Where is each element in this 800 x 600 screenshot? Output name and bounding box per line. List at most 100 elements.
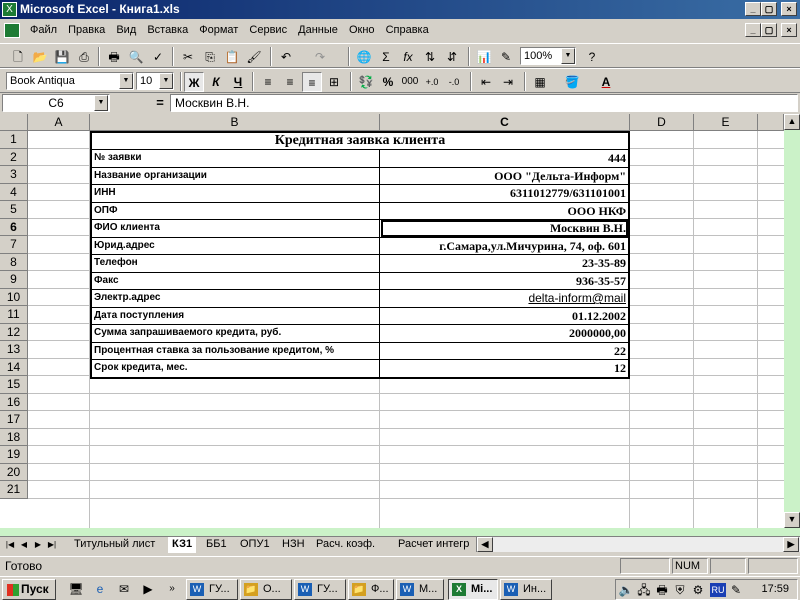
row-header[interactable]: 20	[0, 463, 28, 481]
vertical-scrollbar[interactable]: ▲ ▼	[784, 114, 800, 528]
align-right-icon[interactable]: ≡	[302, 72, 322, 92]
tab-title-sheet[interactable]: Титульный лист	[70, 537, 159, 553]
first-sheet-icon[interactable]: |◀	[4, 538, 16, 552]
menu-help[interactable]: Справка	[382, 20, 433, 41]
row-header[interactable]: 17	[0, 411, 28, 429]
network-icon[interactable]: 🖧	[636, 582, 652, 598]
hyperlink-icon[interactable]: 🌐	[354, 47, 374, 67]
antivirus-icon[interactable]: ⛨	[672, 582, 688, 598]
sort-ascending-icon[interactable]: ⇅	[420, 47, 440, 67]
equals-icon[interactable]: =	[150, 93, 170, 113]
field-label[interactable]: Срок кредита, мес.	[92, 360, 380, 377]
select-all-corner[interactable]	[0, 114, 28, 131]
drawing-icon[interactable]: ✎	[496, 47, 516, 67]
print-icon[interactable]: 🖶	[104, 47, 124, 67]
field-label[interactable]: Телефон	[92, 255, 380, 272]
bold-button[interactable]: Ж	[184, 72, 204, 92]
field-label[interactable]: Юрид.адрес	[92, 237, 380, 254]
row-header[interactable]: 11	[0, 306, 28, 324]
decrease-indent-icon[interactable]: ⇤	[476, 72, 496, 92]
excel-app-icon[interactable]: X	[2, 2, 17, 17]
undo-icon[interactable]: ↶	[276, 47, 296, 67]
field-value[interactable]: 23-35-89	[381, 255, 628, 272]
field-value[interactable]: 01.12.2002	[381, 308, 628, 325]
column-header-d[interactable]: D	[630, 114, 694, 131]
field-value[interactable]: delta-inform@mail	[381, 290, 628, 307]
task-m[interactable]: W М...	[396, 579, 444, 600]
font-size-select[interactable]: 10 ▼	[136, 72, 174, 90]
save-icon[interactable]: 💾	[52, 47, 72, 67]
redo-icon[interactable]: ↷	[310, 47, 330, 67]
field-label[interactable]: Факс	[92, 272, 380, 289]
clock[interactable]: 17:59	[761, 583, 789, 595]
menu-tools[interactable]: Сервис	[245, 20, 291, 41]
row-header[interactable]: 13	[0, 341, 28, 359]
fill-color-icon[interactable]: 🪣	[562, 72, 582, 92]
underline-button[interactable]: Ч	[228, 72, 248, 92]
print-preview-icon[interactable]: 🔍	[126, 47, 146, 67]
last-sheet-icon[interactable]: ▶|	[46, 538, 58, 552]
menu-data[interactable]: Данные	[294, 20, 342, 41]
horizontal-scrollbar[interactable]: ◀ ▶	[476, 537, 800, 552]
field-value[interactable]: 22	[381, 343, 628, 360]
function-icon[interactable]: fx	[398, 47, 418, 67]
font-select[interactable]: Book Antiqua ▼	[6, 72, 134, 90]
help-icon[interactable]: ?	[582, 47, 602, 67]
row-header[interactable]: 5	[0, 201, 28, 219]
comma-style-button[interactable]: 000	[400, 72, 420, 92]
row-header[interactable]: 3	[0, 166, 28, 184]
task-gu-2[interactable]: W ГУ...	[294, 579, 346, 600]
tray-app-icon[interactable]: ⚙	[690, 582, 706, 598]
field-label[interactable]: Электр.адрес	[92, 290, 380, 307]
field-value[interactable]: 936-35-57	[381, 273, 628, 290]
task-folder[interactable]: 📁 О...	[240, 579, 292, 600]
row-header[interactable]: 7	[0, 236, 28, 254]
desktop-icon[interactable]: 🖥	[68, 581, 84, 597]
column-header-e[interactable]: E	[694, 114, 758, 131]
align-left-icon[interactable]: ≡	[258, 72, 278, 92]
column-header-a[interactable]: A	[28, 114, 90, 131]
autosum-icon[interactable]: Σ	[376, 47, 396, 67]
row-header[interactable]: 6	[0, 218, 28, 236]
tab-opu1[interactable]: ОПУ1	[236, 537, 274, 553]
new-icon[interactable]: 🗋	[8, 47, 28, 67]
minimize-icon[interactable]: _	[745, 2, 761, 16]
row-header[interactable]: 12	[0, 323, 28, 341]
field-value[interactable]: 12	[381, 360, 628, 377]
field-label[interactable]: Процентная ставка за пользование кредито…	[92, 342, 380, 359]
task-gu-1[interactable]: W ГУ...	[186, 579, 238, 600]
tray-pen-icon[interactable]: ✎	[728, 582, 744, 598]
field-value[interactable]: 444	[381, 150, 628, 167]
merge-center-icon[interactable]: ⊞	[324, 72, 344, 92]
close-icon[interactable]: ×	[781, 2, 797, 16]
decrease-decimal-icon[interactable]: -.0	[444, 72, 464, 92]
task-f[interactable]: 📁 Ф...	[348, 579, 394, 600]
row-header[interactable]: 19	[0, 446, 28, 464]
tab-kz1[interactable]: КЗ1	[168, 537, 197, 553]
row-header[interactable]: 18	[0, 428, 28, 446]
formula-input[interactable]: Москвин В.Н.	[170, 94, 798, 112]
row-header[interactable]: 9	[0, 271, 28, 289]
field-label[interactable]: Название организации	[92, 167, 380, 184]
menu-format[interactable]: Формат	[195, 20, 242, 41]
row-header[interactable]: 2	[0, 148, 28, 166]
font-color-icon[interactable]: A	[596, 72, 616, 92]
scroll-down-icon[interactable]: ▼	[784, 512, 800, 528]
cut-icon[interactable]: ✂	[178, 47, 198, 67]
scroll-right-icon[interactable]: ▶	[783, 537, 799, 552]
field-label[interactable]: № заявки	[92, 150, 380, 167]
field-value[interactable]: 2000000,00	[381, 325, 628, 342]
field-value[interactable]: Москвин В.Н.	[381, 220, 628, 237]
row-header[interactable]: 4	[0, 183, 28, 201]
menu-window[interactable]: Окно	[345, 20, 379, 41]
field-label[interactable]: Сумма запрашиваемого кредита, руб.	[92, 325, 380, 342]
paste-icon[interactable]: 📋	[222, 47, 242, 67]
format-painter-icon[interactable]: 🖌	[244, 47, 264, 67]
menu-insert[interactable]: Вставка	[143, 20, 192, 41]
printer-icon[interactable]: 🖶	[654, 582, 670, 598]
field-label[interactable]: ФИО клиента	[92, 220, 380, 237]
zoom-select[interactable]: 100% ▼	[520, 47, 576, 65]
chevron-down-icon[interactable]: ▼	[159, 73, 173, 89]
media-player-icon[interactable]: ▶	[140, 581, 156, 597]
column-header-f[interactable]	[758, 114, 784, 131]
